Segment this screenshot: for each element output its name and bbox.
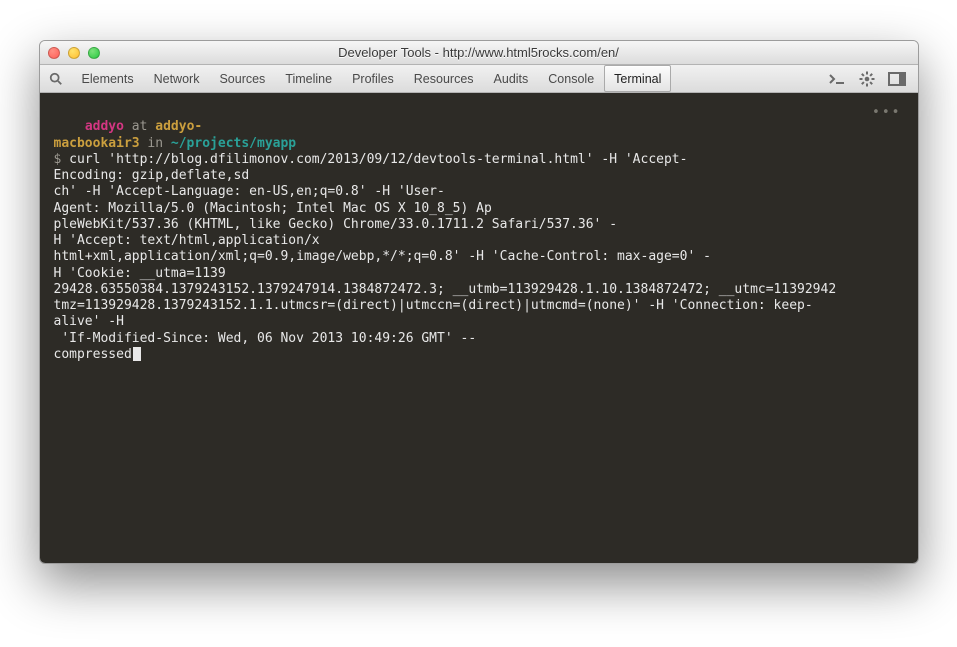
terminal-line: H 'Cookie: __utma=1139 [54, 266, 226, 281]
terminal-cursor [133, 347, 141, 361]
terminal-line: alive' -H [54, 314, 124, 329]
tab-label: Profiles [352, 72, 394, 86]
terminal-panel[interactable]: ••• addyo at addyo- macbookair3 in ~/proj… [40, 93, 918, 563]
toolbar-right-icons [828, 70, 912, 88]
tab-label: Console [548, 72, 594, 86]
terminal-menu-dots-icon[interactable]: ••• [872, 105, 901, 121]
tab-label: Audits [494, 72, 529, 86]
tab-label: Elements [82, 72, 134, 86]
devtools-window: Developer Tools - http://www.html5rocks.… [39, 40, 919, 564]
search-icon[interactable] [46, 72, 66, 86]
tab-label: Terminal [614, 72, 661, 86]
terminal-host-cont: macbookair3 [54, 136, 140, 151]
window-title: Developer Tools - http://www.html5rocks.… [40, 45, 918, 60]
terminal-prompt: $ [54, 152, 70, 167]
terminal-line: Agent: Mozilla/5.0 (Macintosh; Intel Mac… [54, 201, 492, 216]
tab-sources[interactable]: Sources [209, 65, 275, 92]
traffic-lights [48, 47, 100, 59]
terminal-line: 'If-Modified-Since: Wed, 06 Nov 2013 10:… [54, 331, 477, 346]
terminal-host: addyo- [155, 119, 202, 134]
tab-label: Resources [414, 72, 474, 86]
tab-label: Network [154, 72, 200, 86]
terminal-line: compressed [54, 347, 132, 362]
tab-resources[interactable]: Resources [404, 65, 484, 92]
tab-elements[interactable]: Elements [72, 65, 144, 92]
settings-gear-icon[interactable] [858, 70, 876, 88]
terminal-line: 29428.63550384.1379243152.1379247914.138… [54, 282, 837, 297]
terminal-line: curl 'http://blog.dfilimonov.com/2013/09… [69, 152, 687, 167]
tab-console[interactable]: Console [538, 65, 604, 92]
tab-audits[interactable]: Audits [484, 65, 539, 92]
minimize-window-button[interactable] [68, 47, 80, 59]
terminal-line: ch' -H 'Accept-Language: en-US,en;q=0.8'… [54, 184, 445, 199]
titlebar: Developer Tools - http://www.html5rocks.… [40, 41, 918, 65]
devtools-toolbar: Elements Network Sources Timeline Profil… [40, 65, 918, 93]
tab-label: Timeline [285, 72, 332, 86]
tab-timeline[interactable]: Timeline [275, 65, 342, 92]
show-console-icon[interactable] [828, 70, 846, 88]
terminal-user: addyo [85, 119, 124, 134]
tab-network[interactable]: Network [144, 65, 210, 92]
zoom-window-button[interactable] [88, 47, 100, 59]
terminal-line: tmz=113929428.1379243152.1.1.utmcsr=(dir… [54, 298, 813, 313]
terminal-line: H 'Accept: text/html,application/x [54, 233, 320, 248]
terminal-in: in [140, 136, 171, 151]
terminal-line: html+xml,application/xml;q=0.9,image/web… [54, 249, 711, 264]
terminal-line: pleWebKit/537.36 (KHTML, like Gecko) Chr… [54, 217, 618, 232]
close-window-button[interactable] [48, 47, 60, 59]
terminal-path: ~/projects/myapp [171, 136, 296, 151]
tab-profiles[interactable]: Profiles [342, 65, 404, 92]
tab-terminal[interactable]: Terminal [604, 65, 671, 92]
terminal-line: Encoding: gzip,deflate,sd [54, 168, 250, 183]
dock-side-icon[interactable] [888, 70, 906, 88]
tab-label: Sources [219, 72, 265, 86]
terminal-at: at [124, 119, 155, 134]
